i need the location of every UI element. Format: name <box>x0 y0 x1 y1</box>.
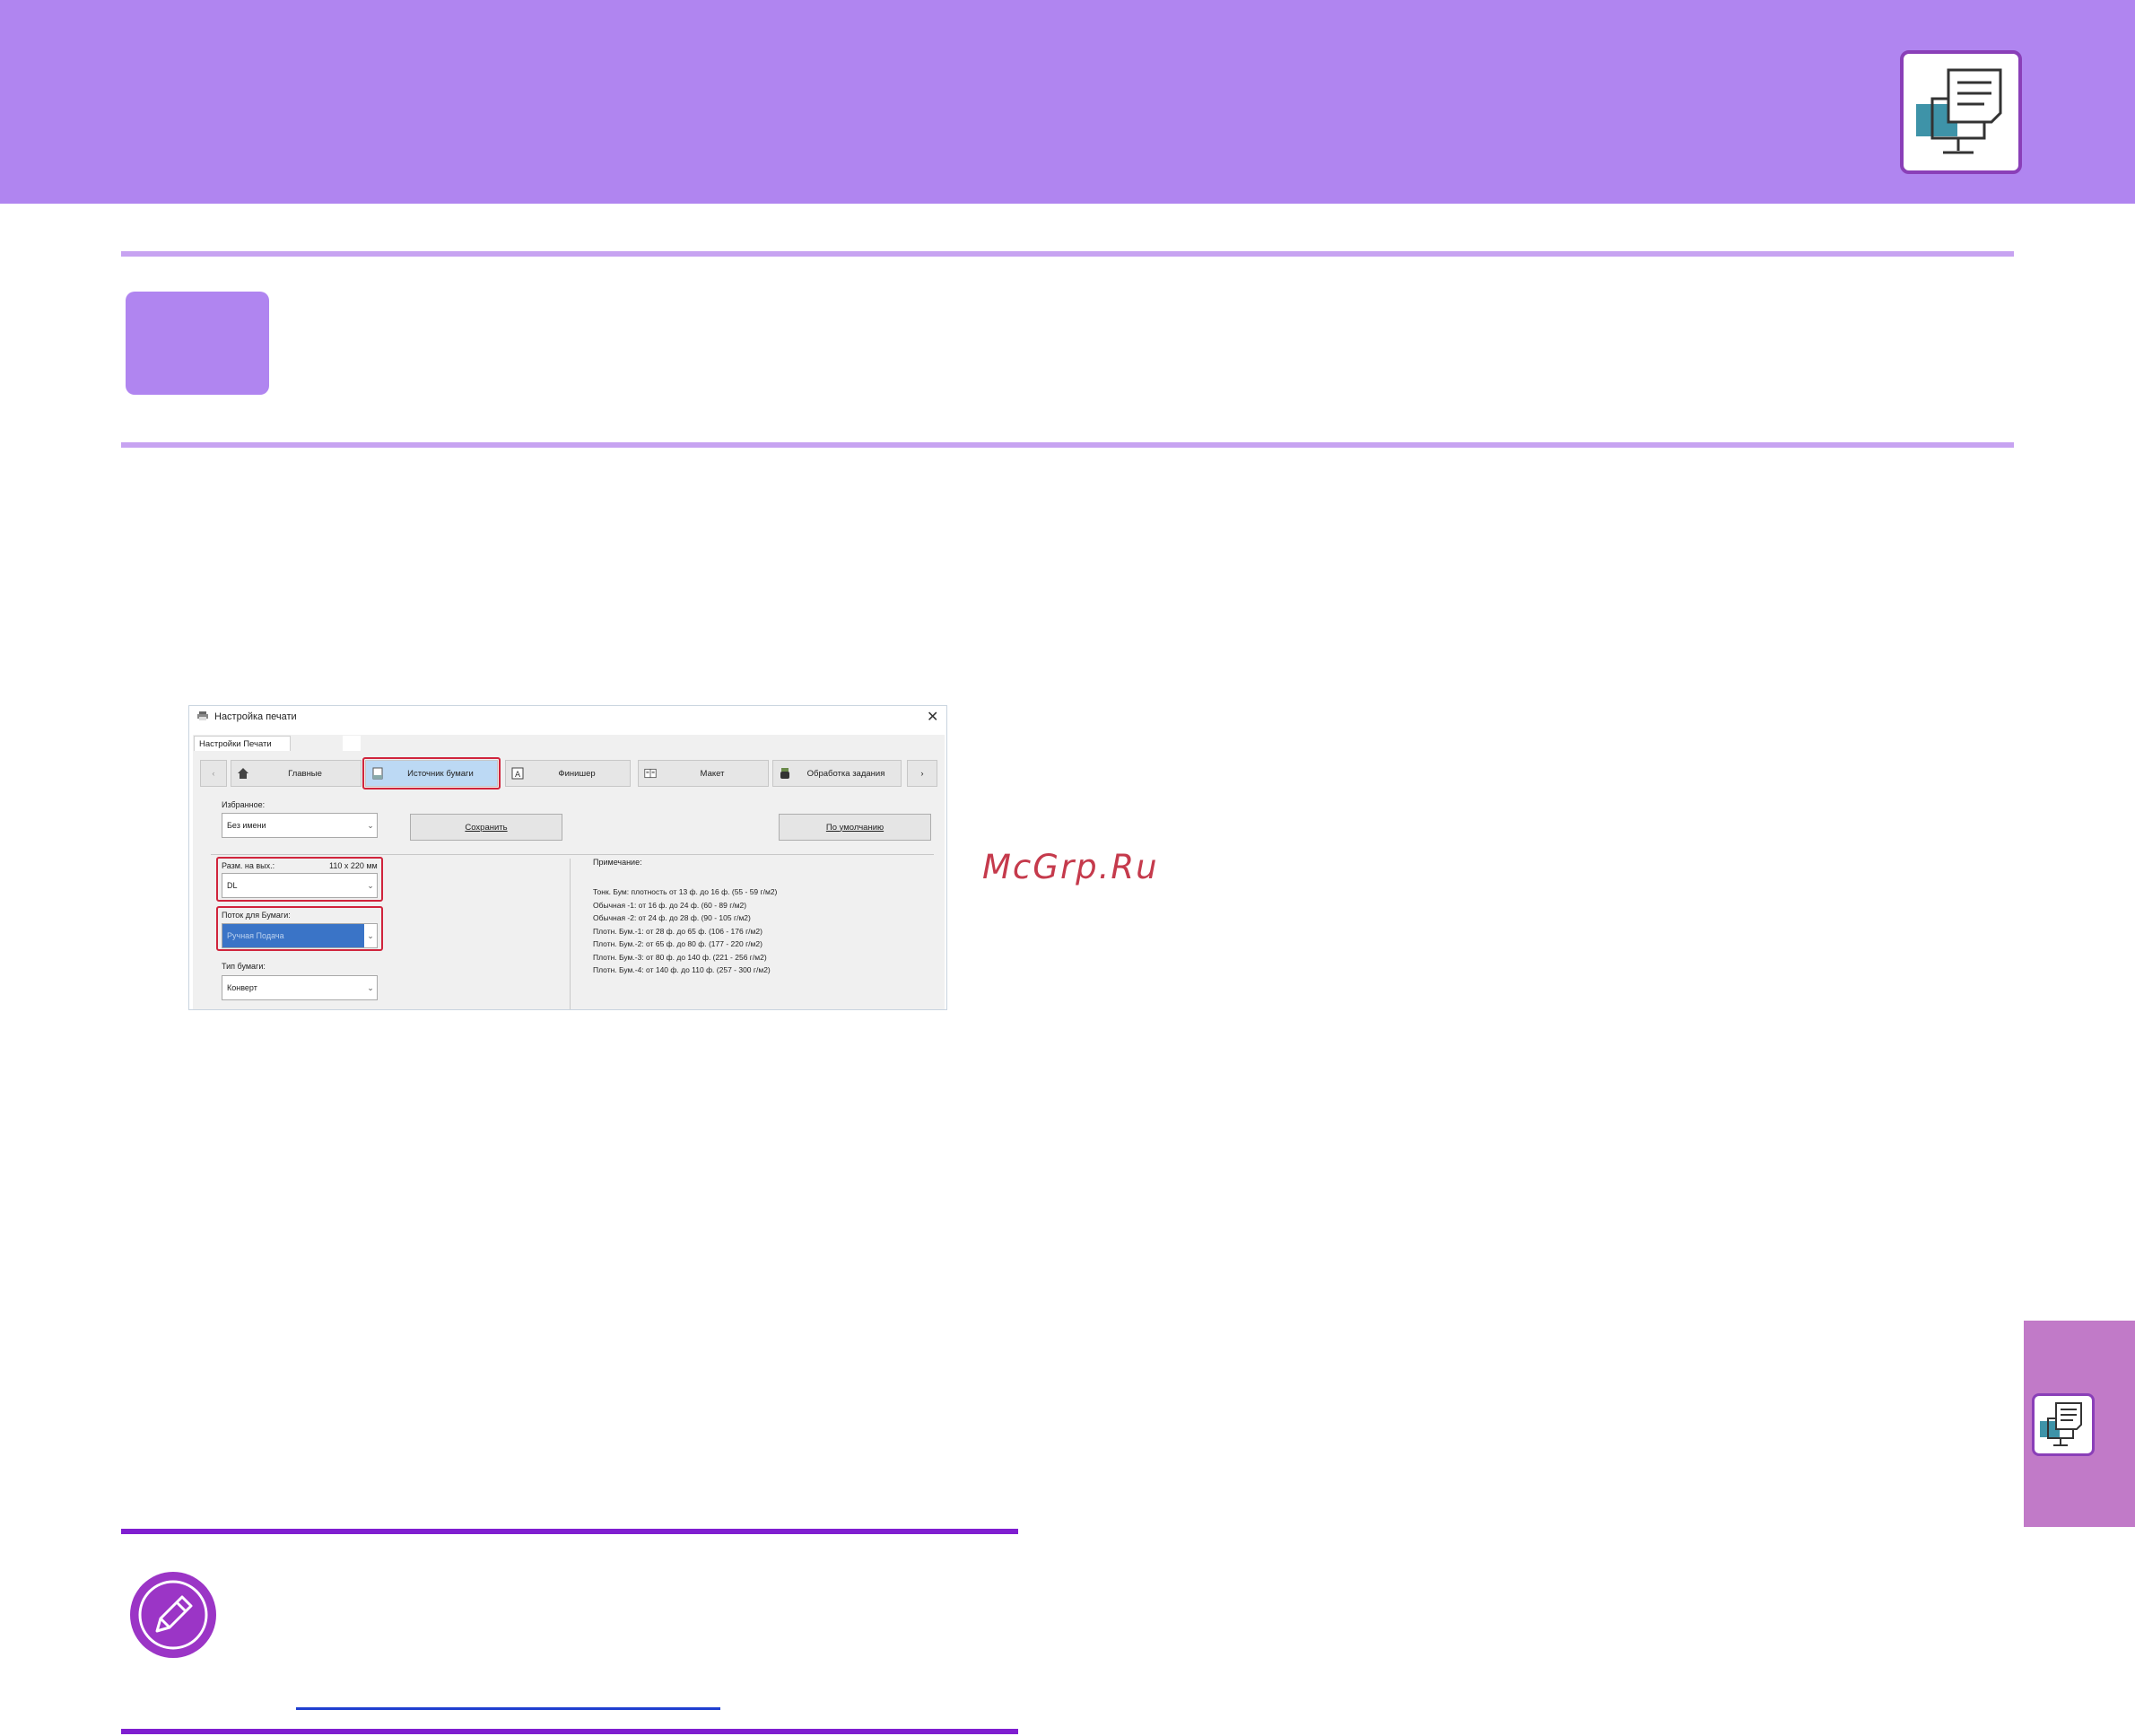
divider <box>211 854 934 855</box>
tab-blank <box>343 736 361 751</box>
pencil-icon <box>130 1572 216 1658</box>
top-banner <box>0 0 2135 204</box>
note-divider-top <box>121 1529 1018 1534</box>
side-tab-icon-graphic <box>2040 1402 2082 1446</box>
highlight-paper-tray <box>216 906 383 951</box>
favorites-select[interactable]: Без имени ⌄ <box>222 813 378 838</box>
favorites-value: Без имени <box>227 821 266 830</box>
default-button[interactable]: По умолчанию <box>779 814 931 841</box>
notes-line: Тонк. Бум: плотность от 13 ф. до 16 ф. (… <box>593 887 778 896</box>
home-icon <box>237 767 249 780</box>
nav-finisher-label: Финишер <box>558 768 596 779</box>
nav-layout-button[interactable]: Макет <box>638 760 769 787</box>
print-settings-dialog: Настройка печати ✕ Настройки Печати ‹ Гл… <box>188 705 947 1010</box>
highlight-paper-source-tab <box>362 757 501 789</box>
notes-line: Обычная -1: от 16 ф. до 24 ф. (60 - 89 г… <box>593 900 747 910</box>
svg-text:A: A <box>515 771 521 780</box>
paper-type-select[interactable]: Конверт ⌄ <box>222 975 378 1000</box>
highlight-output-size <box>216 857 383 902</box>
printer-icon <box>197 711 208 720</box>
printer-computer-icon[interactable] <box>2032 1393 2095 1456</box>
nav-next-button[interactable]: › <box>907 760 937 787</box>
nav-finisher-button[interactable]: A Финишер <box>505 760 631 787</box>
chevron-down-icon: ⌄ <box>367 820 374 830</box>
note-divider-bottom <box>121 1729 1018 1734</box>
section-divider-top <box>121 251 2014 257</box>
watermark: McGrp.Ru <box>982 848 1159 886</box>
close-icon[interactable]: ✕ <box>927 708 938 726</box>
nav-main-button[interactable]: Главные <box>231 760 362 787</box>
tab-print-settings[interactable]: Настройки Печати <box>194 736 291 751</box>
paper-type-label: Тип бумаги: <box>222 962 266 971</box>
section-divider-bottom <box>121 442 2014 448</box>
nav-next-label: › <box>920 768 924 779</box>
notes-line: Плотн. Бум.-3: от 80 ф. до 140 ф. (221 -… <box>593 952 767 962</box>
nav-prev-label: ‹ <box>212 768 215 779</box>
favorites-label: Избранное: <box>222 800 266 809</box>
step-badge <box>126 292 269 395</box>
paper-type-value: Конверт <box>227 983 257 992</box>
notes-line: Плотн. Бум.-2: от 65 ф. до 80 ф. (177 - … <box>593 939 762 948</box>
nav-job-handling-button[interactable]: Обработка задания <box>772 760 902 787</box>
vertical-divider <box>570 859 571 1009</box>
notes-list: Тонк. Бум: плотность от 13 ф. до 16 ф. (… <box>593 885 777 977</box>
nav-prev-button[interactable]: ‹ <box>200 760 227 787</box>
note-link[interactable] <box>296 1707 720 1710</box>
nav-main-label: Главные <box>288 768 322 779</box>
save-button[interactable]: Сохранить <box>410 814 562 841</box>
notes-title: Примечание: <box>593 858 642 867</box>
notes-line: Обычная -2: от 24 ф. до 28 ф. (90 - 105 … <box>593 913 751 922</box>
chevron-down-icon: ⌄ <box>367 982 374 992</box>
dialog-titlebar <box>189 706 946 728</box>
notes-line: Плотн. Бум.-4: от 140 ф. до 110 ф. (257 … <box>593 965 771 974</box>
printer-computer-icon[interactable] <box>1900 50 2022 174</box>
notes-line: Плотн. Бум.-1: от 28 ф. до 65 ф. (106 - … <box>593 926 762 936</box>
job-handling-icon <box>779 767 791 780</box>
nav-layout-label: Макет <box>700 768 725 779</box>
finisher-icon: A <box>511 767 524 780</box>
layout-icon <box>644 767 657 780</box>
printer-computer-icon-graphic <box>1916 68 2002 154</box>
nav-job-handling-label: Обработка задания <box>806 768 885 779</box>
dialog-title: Настройка печати <box>214 711 297 722</box>
